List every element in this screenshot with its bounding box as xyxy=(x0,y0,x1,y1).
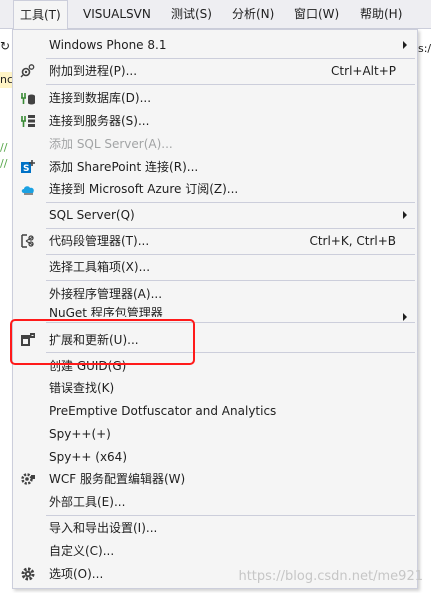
code-comment: // xyxy=(0,141,8,154)
wcf-config-icon xyxy=(20,471,36,487)
menu-window[interactable]: 窗口(W) xyxy=(294,7,339,21)
editor-left-fragment: nc xyxy=(0,72,12,88)
connect-database-icon xyxy=(20,90,36,106)
menu-item-external-tools[interactable]: 外部工具(E)... xyxy=(13,491,417,513)
menu-item-label: Spy++ (x64) xyxy=(49,450,127,464)
menu-item-label: SQL Server(Q) xyxy=(49,208,135,222)
menu-analyze[interactable]: 分析(N) xyxy=(232,7,274,21)
menu-item-label: Spy++(+) xyxy=(49,427,111,441)
menu-item-label: 错误查找(K) xyxy=(49,381,115,395)
menu-item-snippet-manager[interactable]: 代码段管理器(T)... Ctrl+K, Ctrl+B xyxy=(13,230,417,252)
menu-item-label: WCF 服务配置编辑器(W) xyxy=(49,472,186,486)
menu-item-attach-process[interactable]: 附加到进程(P)... Ctrl+Alt+P xyxy=(13,60,417,82)
menu-item-label: 外部工具(E)... xyxy=(49,495,126,509)
submenu-arrow-icon xyxy=(403,211,407,219)
red-highlight-box xyxy=(10,319,195,365)
menu-item-connect-azure[interactable]: 连接到 Microsoft Azure 订阅(Z)... xyxy=(13,178,417,200)
menu-separator xyxy=(46,84,415,85)
menu-item-shortcut: Ctrl+Alt+P xyxy=(331,64,396,78)
address-fragment: s:/ xyxy=(418,42,431,55)
menu-item-connect-server[interactable]: 连接到服务器(S)... xyxy=(13,110,417,132)
gear-icon xyxy=(20,566,36,582)
menu-item-label: 附加到进程(P)... xyxy=(49,64,138,78)
menu-item-choose-toolbox[interactable]: 选择工具箱项(X)... xyxy=(13,256,417,278)
menu-separator xyxy=(46,280,415,281)
menu-item-label: Windows Phone 8.1 xyxy=(49,38,167,52)
menu-separator xyxy=(46,228,415,229)
menu-item-add-sql-server[interactable]: 添加 SQL Server(A)... xyxy=(13,133,417,155)
menu-test[interactable]: 测试(S) xyxy=(171,7,212,21)
menu-separator xyxy=(46,202,415,203)
tools-dropdown-menu: Windows Phone 8.1 附加到进程(P)... Ctrl+Alt+P… xyxy=(12,29,418,589)
attach-process-icon xyxy=(20,63,36,79)
menu-item-addin-manager[interactable]: 外接程序管理器(A)... xyxy=(13,283,417,305)
submenu-arrow-icon xyxy=(403,313,407,321)
menu-separator xyxy=(46,515,415,516)
svg-text:S: S xyxy=(23,164,29,174)
menu-item-label: 代码段管理器(T)... xyxy=(49,234,150,248)
menu-item-label: 连接到数据库(D)... xyxy=(49,91,152,105)
menu-item-label: PreEmptive Dotfuscator and Analytics xyxy=(49,404,277,418)
watermark: https://blog.csdn.net/me921 xyxy=(238,569,423,584)
menu-item-spy[interactable]: Spy++(+) xyxy=(13,423,417,445)
menu-item-error-lookup[interactable]: 错误查找(K) xyxy=(13,377,417,399)
menu-item-wcf-config-editor[interactable]: WCF 服务配置编辑器(W) xyxy=(13,468,417,490)
menu-help[interactable]: 帮助(H) xyxy=(360,7,402,21)
snippet-icon xyxy=(20,233,36,249)
menu-item-label: 添加 SQL Server(A)... xyxy=(49,137,173,151)
menu-item-label: 导入和导出设置(I)... xyxy=(49,521,158,535)
menu-item-windows-phone[interactable]: Windows Phone 8.1 xyxy=(13,34,417,56)
menu-item-label: 外接程序管理器(A)... xyxy=(49,287,163,301)
azure-cloud-icon xyxy=(20,181,36,197)
menu-item-connect-database[interactable]: 连接到数据库(D)... xyxy=(13,87,417,109)
menu-item-label: NuGet 程序包管理器 xyxy=(49,306,163,317)
menu-item-dotfuscator[interactable]: PreEmptive Dotfuscator and Analytics xyxy=(13,400,417,422)
submenu-arrow-icon xyxy=(403,41,407,49)
menu-item-customize[interactable]: 自定义(C)... xyxy=(13,540,417,562)
menu-item-sql-server[interactable]: SQL Server(Q) xyxy=(13,204,417,226)
connect-server-icon xyxy=(20,113,36,129)
menu-item-shortcut: Ctrl+K, Ctrl+B xyxy=(309,234,396,248)
menu-tools[interactable]: 工具(T) xyxy=(13,0,68,29)
menu-item-label: 选项(O)... xyxy=(49,567,104,581)
code-comment: // xyxy=(0,157,8,170)
menu-item-spy-x64[interactable]: Spy++ (x64) xyxy=(13,446,417,468)
refresh-icon: ↻ xyxy=(0,39,11,53)
menu-item-import-export-settings[interactable]: 导入和导出设置(I)... xyxy=(13,517,417,539)
menu-item-label: 添加 SharePoint 连接(R)... xyxy=(49,160,199,174)
nuget-label-clip: NuGet 程序包管理器 xyxy=(13,306,417,317)
menu-separator xyxy=(46,254,415,255)
menu-bar: 工具(T) VISUALSVN 测试(S) 分析(N) 窗口(W) 帮助(H) xyxy=(0,0,431,29)
menu-item-label: 选择工具箱项(X)... xyxy=(49,260,151,274)
menu-item-label: 自定义(C)... xyxy=(49,544,115,558)
menu-item-label: 连接到 Microsoft Azure 订阅(Z)... xyxy=(49,182,239,196)
menu-item-add-sharepoint[interactable]: S 添加 SharePoint 连接(R)... xyxy=(13,156,417,178)
menu-separator xyxy=(46,58,415,59)
menu-visualsvn[interactable]: VISUALSVN xyxy=(83,7,151,21)
menu-item-label: 连接到服务器(S)... xyxy=(49,114,150,128)
sharepoint-icon: S xyxy=(20,159,36,175)
